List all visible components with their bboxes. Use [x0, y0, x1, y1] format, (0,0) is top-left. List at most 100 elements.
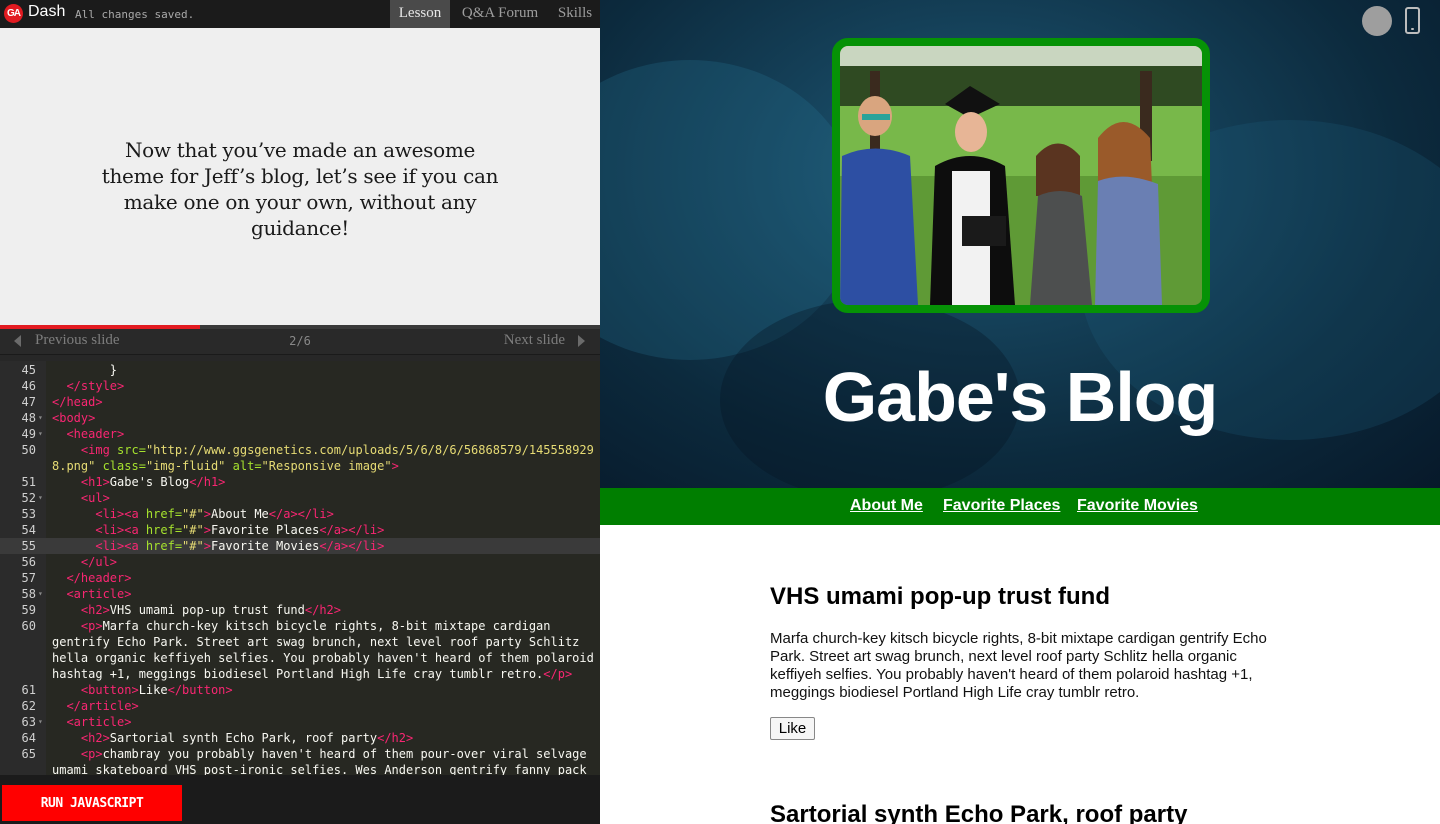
- lesson-text: Now that you’ve made an awesome theme fo…: [101, 138, 499, 240]
- code-line[interactable]: hella organic keffiyeh selfies. You prob…: [0, 650, 600, 666]
- fold-arrow-icon[interactable]: ▾: [38, 410, 43, 426]
- line-number: 47: [21, 395, 36, 409]
- run-javascript-button[interactable]: RUN JAVASCRIPT: [2, 785, 182, 821]
- code-line[interactable]: 49 ▾ <header>: [0, 426, 600, 442]
- code-text: <li><a href="#">About Me</a></li>: [52, 507, 334, 521]
- line-number: 57: [21, 571, 36, 585]
- slide-navigation: Previous slide 2/6 Next slide: [0, 329, 600, 355]
- line-number: 54: [21, 523, 36, 537]
- code-text: <li><a href="#">Favorite Places</a></li>: [52, 523, 385, 537]
- ga-logo-icon[interactable]: GA: [4, 4, 23, 23]
- tab-skills[interactable]: Skills: [550, 0, 600, 28]
- nav-link-about-me[interactable]: About Me: [850, 497, 923, 515]
- code-text: </ul>: [52, 555, 118, 569]
- code-text: </head>: [52, 395, 103, 409]
- code-line[interactable]: 50 <img src="http://www.ggsgenetics.com/…: [0, 442, 600, 458]
- code-line[interactable]: gentrify Echo Park. Street art swag brun…: [0, 634, 600, 650]
- line-number: 49: [21, 427, 36, 441]
- line-number: 48: [21, 411, 36, 425]
- fold-arrow-icon[interactable]: ▾: [38, 426, 43, 442]
- next-slide-button[interactable]: Next slide: [504, 332, 565, 349]
- code-text: <li><a href="#">Favorite Movies</a></li>: [52, 539, 385, 553]
- line-number: 64: [21, 731, 36, 745]
- chevron-left-icon[interactable]: [14, 335, 21, 347]
- code-line[interactable]: 52 ▾ <ul>: [0, 490, 600, 506]
- fold-arrow-icon[interactable]: ▾: [38, 490, 43, 506]
- blog-nav: About Me Favorite Places Favorite Movies: [600, 488, 1440, 525]
- code-text: <article>: [52, 587, 132, 601]
- code-line[interactable]: 56 </ul>: [0, 554, 600, 570]
- code-text: <img src="http://www.ggsgenetics.com/upl…: [52, 443, 594, 457]
- code-editor[interactable]: 45 } 46 </style> 47 </head> 48 ▾ <body> 49 ▾ <he…: [0, 361, 600, 775]
- fold-arrow-icon[interactable]: ▾: [38, 714, 43, 730]
- article-body: Marfa church-key kitsch bicycle rights, …: [770, 630, 1267, 701]
- code-text: <h1>Gabe's Blog</h1>: [52, 475, 226, 489]
- code-text: <p>chambray you probably haven't heard o…: [52, 747, 587, 761]
- code-line[interactable]: umami skateboard VHS post-ironic selfies…: [0, 762, 600, 775]
- code-line[interactable]: 48 ▾ <body>: [0, 410, 600, 426]
- code-text: umami skateboard VHS post-ironic selfies…: [52, 763, 587, 775]
- code-text: </style>: [52, 379, 125, 393]
- code-text: hella organic keffiyeh selfies. You prob…: [52, 651, 594, 665]
- preview-pane: Gabe's Blog About Me Favorite Places Fav…: [600, 0, 1440, 824]
- line-number: 61: [21, 683, 36, 697]
- code-line[interactable]: 61 <button>Like</button>: [0, 682, 600, 698]
- code-text: <button>Like</button>: [52, 683, 233, 697]
- code-line[interactable]: 57 </header>: [0, 570, 600, 586]
- code-line[interactable]: 63 ▾ <article>: [0, 714, 600, 730]
- nav-link-favorite-movies[interactable]: Favorite Movies: [1077, 497, 1198, 515]
- code-line[interactable]: 55 <li><a href="#">Favorite Movies</a></…: [0, 538, 600, 554]
- code-text: </article>: [52, 699, 139, 713]
- code-line[interactable]: hashtag +1, meggings biodiesel Portland …: [0, 666, 600, 682]
- line-number: 59: [21, 603, 36, 617]
- device-toggle-icon[interactable]: [1362, 6, 1392, 36]
- run-bar: RUN JAVASCRIPT: [0, 775, 600, 824]
- code-text: <body>: [52, 411, 96, 425]
- code-line[interactable]: 62 </article>: [0, 698, 600, 714]
- code-text: <ul>: [52, 491, 110, 505]
- line-number: 45: [21, 363, 36, 377]
- code-line[interactable]: 53 <li><a href="#">About Me</a></li>: [0, 506, 600, 522]
- code-text: <h2>VHS umami pop-up trust fund</h2>: [52, 603, 341, 617]
- family-photo: [840, 46, 1202, 305]
- code-text: <h2>Sartorial synth Echo Park, roof part…: [52, 731, 414, 745]
- line-number: 50: [21, 443, 36, 457]
- previous-slide-button[interactable]: Previous slide: [35, 332, 120, 349]
- code-text: <p>Marfa church-key kitsch bicycle right…: [52, 619, 551, 633]
- line-number: 56: [21, 555, 36, 569]
- line-number: 55: [21, 539, 36, 553]
- code-line[interactable]: 60 <p>Marfa church-key kitsch bicycle ri…: [0, 618, 600, 634]
- blog-header: Gabe's Blog: [600, 0, 1440, 488]
- chevron-right-icon[interactable]: [578, 335, 585, 347]
- code-line[interactable]: 59 <h2>VHS umami pop-up trust fund</h2>: [0, 602, 600, 618]
- code-text: </header>: [52, 571, 132, 585]
- code-text: hashtag +1, meggings biodiesel Portland …: [52, 667, 573, 681]
- blog-title: Gabe's Blog: [822, 358, 1219, 436]
- tab-qa-forum[interactable]: Q&A Forum: [453, 0, 547, 28]
- code-line[interactable]: 47 </head>: [0, 394, 600, 410]
- header-image: [832, 38, 1210, 313]
- code-line[interactable]: 46 </style>: [0, 378, 600, 394]
- slide-counter: 2/6: [289, 334, 311, 348]
- code-line[interactable]: 54 <li><a href="#">Favorite Places</a></…: [0, 522, 600, 538]
- code-text: <article>: [52, 715, 132, 729]
- article-title: Sartorial synth Echo Park, roof party: [770, 801, 1188, 824]
- code-line[interactable]: 65 <p>chambray you probably haven't hear…: [0, 746, 600, 762]
- mobile-view-icon[interactable]: [1405, 7, 1420, 34]
- line-number: 52: [21, 491, 36, 505]
- save-status: All changes saved.: [75, 8, 195, 21]
- code-line[interactable]: 58 ▾ <article>: [0, 586, 600, 602]
- like-button[interactable]: Like: [770, 717, 815, 740]
- line-number: 46: [21, 379, 36, 393]
- fold-arrow-icon[interactable]: ▾: [38, 586, 43, 602]
- tab-lesson[interactable]: Lesson: [390, 0, 450, 28]
- lesson-slide: Now that you’ve made an awesome theme fo…: [0, 28, 600, 325]
- code-line[interactable]: 8.png" class="img-fluid" alt="Responsive…: [0, 458, 600, 474]
- line-number: 62: [21, 699, 36, 713]
- code-line[interactable]: 45 }: [0, 362, 600, 378]
- code-line[interactable]: 51 <h1>Gabe's Blog</h1>: [0, 474, 600, 490]
- nav-link-favorite-places[interactable]: Favorite Places: [943, 497, 1060, 515]
- line-number: 51: [21, 475, 36, 489]
- code-line[interactable]: 64 <h2>Sartorial synth Echo Park, roof p…: [0, 730, 600, 746]
- code-text: 8.png" class="img-fluid" alt="Responsive…: [52, 459, 399, 473]
